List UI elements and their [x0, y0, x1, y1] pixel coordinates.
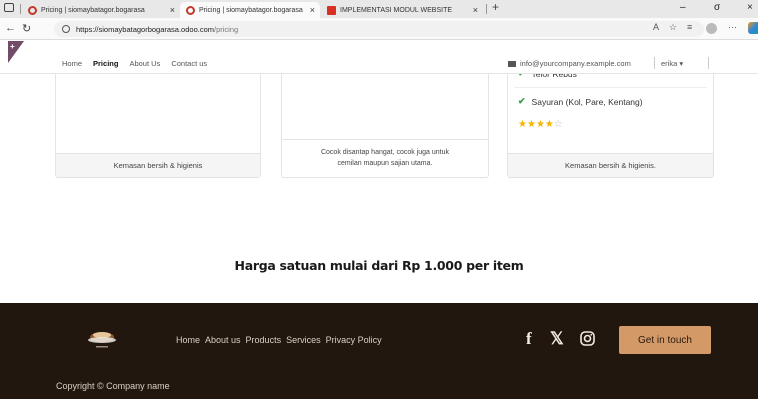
check-icon: ✔ — [518, 96, 526, 106]
url-field[interactable]: https://siomaybatagorbogarasa.odoo.com/p… — [54, 21, 704, 37]
odoo-favicon-icon — [28, 5, 37, 15]
tab-separator — [20, 4, 21, 14]
card-description: Cocok disantap hangat, cocok juga untuk … — [282, 147, 488, 169]
footer-link-services[interactable]: Services — [286, 335, 321, 345]
browser-tab-2[interactable]: Pricing | siomaybatagor.bogarasa × — [180, 2, 320, 18]
footer-link-privacy-policy[interactable]: Privacy Policy — [326, 335, 382, 345]
profile-avatar[interactable] — [706, 23, 717, 34]
refresh-icon[interactable]: ↻ — [22, 22, 31, 35]
site-footer: Home About us Products Services Privacy … — [0, 303, 758, 399]
card-description-line: Cocok disantap hangat, cocok juga untuk — [320, 149, 450, 156]
facebook-icon[interactable]: f — [526, 329, 532, 349]
tab-title: Pricing | siomaybatagor.bogarasa — [199, 6, 303, 14]
tab-title: IMPLEMENTASI MODUL WEBSITE — [340, 6, 453, 14]
url-path: /pricing — [214, 24, 239, 34]
star-filled-icon: ★ — [526, 119, 536, 130]
price-headline: Harga satuan mulai dari Rp 1.000 per ite… — [234, 258, 524, 273]
list-item: ✔ Sayuran (Kol, Pare, Kentang) — [518, 96, 643, 107]
url-host: https://siomaybatagorbogarasa.odoo.com — [76, 24, 214, 34]
card-divider — [282, 139, 488, 140]
contact-email[interactable]: info@yourcompany.example.com — [508, 59, 631, 68]
pricing-card-middle: Cocok disantap hangat, cocok juga untuk … — [281, 60, 489, 178]
card-footer: Kemasan bersih & higienis. — [508, 153, 713, 177]
browser-tab-bar: Pricing | siomaybatagor.bogarasa × Prici… — [0, 0, 758, 18]
more-menu-icon[interactable]: ··· — [728, 22, 737, 32]
footer-link-home[interactable]: Home — [176, 335, 200, 345]
odoo-favicon-icon — [186, 5, 195, 15]
copyright-text: Copyright © Company name — [56, 381, 170, 391]
envelope-icon — [508, 60, 516, 67]
card-footer-text: Kemasan bersih & higienis — [113, 161, 203, 170]
nav-about-us[interactable]: About Us — [129, 59, 160, 68]
browser-tab-1[interactable]: Pricing | siomaybatagor.bogarasa × — [22, 2, 180, 18]
main-nav: Home Pricing About Us Contact us — [62, 59, 207, 68]
close-tab-icon[interactable]: × — [310, 5, 315, 15]
tab-actions-icon[interactable] — [4, 3, 14, 12]
browser-tab-3[interactable]: IMPLEMENTASI MODUL WEBSITE × — [321, 2, 483, 18]
email-text: info@yourcompany.example.com — [520, 59, 631, 68]
pricing-card-right: ✔ Telor Rebus ✔ Sayuran (Kol, Pare, Kent… — [507, 60, 714, 178]
instagram-icon[interactable] — [580, 331, 595, 346]
pricing-card-left: Kemasan bersih & higienis — [55, 60, 261, 178]
card-footer-text: Kemasan bersih & higienis. — [565, 161, 656, 170]
nav-contact-us[interactable]: Contact us — [171, 59, 207, 68]
tab-title: Pricing | siomaybatagor.bogarasa — [41, 6, 145, 14]
card-description-line: cemilan maupun sajian utama. — [337, 160, 433, 167]
pdf-favicon-icon — [327, 5, 336, 15]
footer-link-products[interactable]: Products — [246, 335, 282, 345]
restore-button[interactable]: σ — [714, 2, 720, 13]
x-twitter-icon[interactable]: 𝕏 — [550, 329, 564, 349]
read-aloud-icon[interactable]: A — [653, 22, 659, 32]
favorite-star-icon[interactable]: ☆ — [669, 22, 677, 33]
company-logo-icon — [88, 332, 116, 348]
favorites-bar-icon[interactable]: ≡ — [687, 22, 692, 32]
minimize-button[interactable]: – — [680, 2, 686, 13]
close-window-button[interactable]: × — [747, 2, 753, 13]
star-filled-icon: ★ — [544, 119, 554, 130]
list-item-text: Sayuran (Kol, Pare, Kentang) — [531, 96, 643, 107]
site-header: + Home Pricing About Us Contact us info@… — [0, 41, 758, 74]
nav-pricing[interactable]: Pricing — [93, 59, 118, 68]
address-bar-row: ← ↻ https://siomaybatagorbogarasa.odoo.c… — [0, 18, 758, 40]
nav-home[interactable]: Home — [62, 59, 82, 68]
footer-nav: Home About us Products Services Privacy … — [176, 335, 382, 345]
back-arrow-icon[interactable]: ← — [5, 22, 16, 34]
close-tab-icon[interactable]: × — [170, 5, 175, 15]
star-filled-icon: ★ — [518, 119, 527, 130]
get-in-touch-button[interactable]: Get in touch — [619, 326, 711, 354]
header-divider — [708, 57, 709, 69]
star-empty-icon: ☆ — [553, 119, 563, 130]
site-info-icon[interactable] — [62, 25, 70, 33]
header-divider — [654, 57, 655, 69]
star-filled-icon: ★ — [535, 119, 545, 130]
new-tab-button[interactable]: + — [492, 0, 499, 14]
footer-link-about-us[interactable]: About us — [205, 335, 241, 345]
close-tab-icon[interactable]: × — [473, 5, 478, 15]
card-footer: Kemasan bersih & higienis — [56, 153, 260, 177]
user-menu[interactable]: erika ▾ — [661, 59, 683, 68]
list-divider — [514, 87, 707, 88]
star-rating: ★★★★☆ — [518, 119, 563, 130]
odoo-editor-corner-icon[interactable]: + — [8, 41, 24, 63]
copilot-icon[interactable] — [748, 22, 758, 34]
tab-separator — [486, 4, 487, 14]
